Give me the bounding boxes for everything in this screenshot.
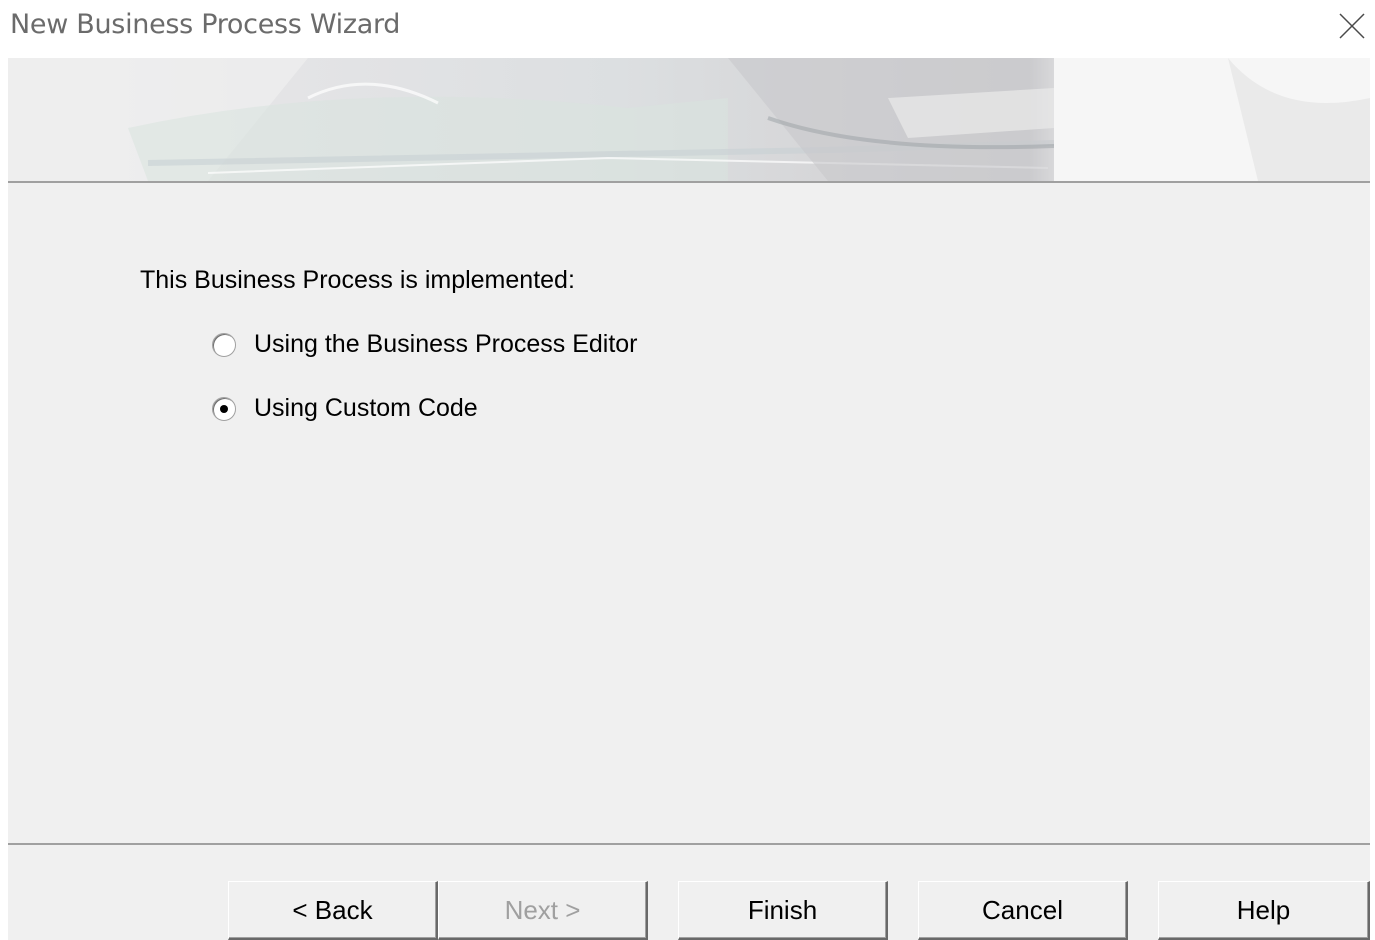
radio-label: Using Custom Code [254, 394, 478, 422]
radio-label: Using the Business Process Editor [254, 330, 638, 358]
back-button[interactable]: < Back [228, 881, 438, 940]
banner-divider [8, 181, 1370, 183]
cancel-button[interactable]: Cancel [918, 881, 1128, 940]
close-button[interactable] [1329, 0, 1375, 52]
close-icon [1339, 13, 1365, 39]
wizard-body: This Business Process is implemented: Us… [8, 58, 1370, 940]
radio-business-process-editor[interactable]: Using the Business Process Editor [212, 330, 638, 359]
window-title: New Business Process Wizard [10, 9, 401, 40]
title-bar: New Business Process Wizard [0, 0, 1375, 58]
radio-unselected-icon[interactable] [212, 332, 236, 357]
wizard-banner-image [8, 58, 1370, 181]
radio-custom-code[interactable]: Using Custom Code [212, 394, 478, 423]
radio-selected-icon[interactable] [212, 396, 236, 421]
finish-button[interactable]: Finish [678, 881, 888, 940]
next-button[interactable]: Next > [438, 881, 648, 940]
button-area-divider [8, 843, 1370, 845]
implementation-prompt: This Business Process is implemented: [140, 266, 575, 294]
help-button[interactable]: Help [1158, 881, 1370, 940]
